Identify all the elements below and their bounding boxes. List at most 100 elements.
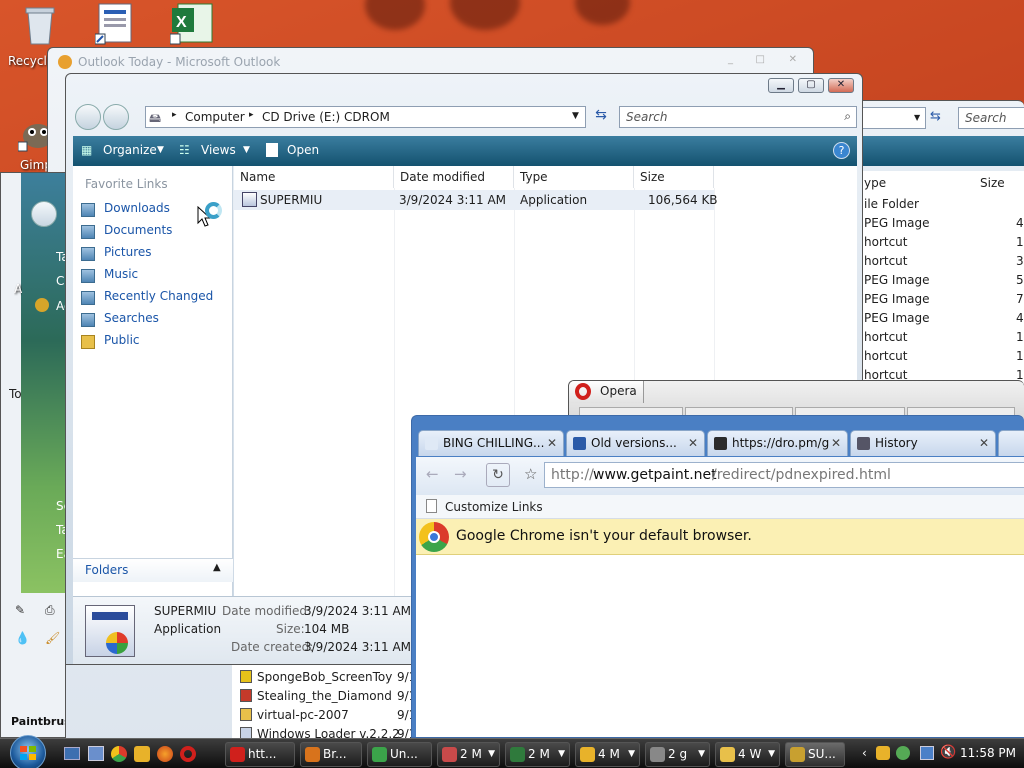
messenger-quicklaunch-icon[interactable] <box>134 746 150 762</box>
favorite-link-documents[interactable]: Documents <box>104 223 172 237</box>
search-icon[interactable]: ⌕ <box>844 109 851 124</box>
document-shortcut-icon[interactable] <box>94 2 135 45</box>
picker-icon[interactable]: ✎ <box>15 603 35 619</box>
table-row[interactable]: hortcut 1 <box>858 328 1024 347</box>
tab-close-icon[interactable]: ✕ <box>831 431 841 456</box>
table-row[interactable]: PEG Image 46 <box>858 214 1024 233</box>
forward-arrow-icon[interactable]: → <box>454 465 467 483</box>
chrome-quicklaunch-icon[interactable] <box>111 746 127 762</box>
taskbar-button-3[interactable]: Un... <box>367 742 432 767</box>
chrome-window[interactable]: BING CHILLING... ✕ Old versions... ✕ https:/… <box>411 415 1024 738</box>
list-item[interactable]: virtual-pc-2007 9/1 <box>232 706 417 725</box>
tab-close-icon[interactable]: ✕ <box>547 431 557 456</box>
tray-messenger-icon[interactable] <box>876 746 890 760</box>
excel-shortcut-icon[interactable]: X <box>169 2 213 45</box>
address-bar[interactable]: 🖴 ▸ Computer ▸ CD Drive (E:) CDROM ▼ <box>145 106 586 128</box>
taskbar-button-9[interactable]: SU... <box>785 742 845 767</box>
table-row[interactable]: PEG Image 7 <box>858 290 1024 309</box>
taskbar-button-8[interactable]: 4 W ▼ <box>715 742 780 767</box>
left-app-window[interactable]: Ta Cl Ac To Se Ta Ea ✎ ⎙ 💧 🖌 Paintbrush <box>0 172 66 738</box>
explorer-quicklaunch-icon[interactable] <box>88 746 104 761</box>
column-header-type[interactable]: ype <box>864 176 886 190</box>
outlook-close-button[interactable]: ✕ <box>789 54 797 65</box>
taskbar-button-5[interactable]: 2 M ▼ <box>505 742 570 767</box>
outlook-minimize-button[interactable]: _ <box>728 54 733 65</box>
column-header-size[interactable]: Size <box>980 176 1005 190</box>
chrome-tab-1[interactable]: BING CHILLING... ✕ <box>418 430 564 456</box>
table-row[interactable]: SUPERMIU 3/9/2024 3:11 AM Application 10… <box>234 190 718 210</box>
chrome-tab-3[interactable]: https://dro.pm/g ✕ <box>707 430 848 456</box>
breadcrumb-cd-drive[interactable]: CD Drive (E:) CDROM <box>262 110 390 124</box>
taskbar-button-6[interactable]: 4 M ▼ <box>575 742 640 767</box>
help-button[interactable]: ? <box>833 142 850 159</box>
url-input[interactable]: http:// www.getpaint.net /redirect/pdnex… <box>544 462 1024 488</box>
column-header-type[interactable]: Type <box>514 166 634 188</box>
maximize-button[interactable]: ▢ <box>798 78 824 93</box>
reload-button[interactable]: ↻ <box>486 463 510 487</box>
customize-links-link[interactable]: Customize Links <box>445 500 543 514</box>
column-header-date[interactable]: Date modified <box>394 166 514 188</box>
table-row[interactable]: ile Folder <box>858 195 1024 214</box>
firefox-quicklaunch-icon[interactable] <box>157 746 173 762</box>
left-app-back-button[interactable] <box>31 201 57 227</box>
chrome-tab-2[interactable]: Old versions... ✕ <box>566 430 705 456</box>
column-header-name[interactable]: Name <box>234 166 394 188</box>
favorite-link-searches[interactable]: Searches <box>104 311 159 325</box>
clock[interactable]: 11:58 PM <box>960 746 1016 760</box>
open-button[interactable]: Open <box>287 143 319 157</box>
close-button[interactable]: ✕ <box>828 78 854 93</box>
favorite-link-pictures[interactable]: Pictures <box>104 245 152 259</box>
opera-tab[interactable]: Opera <box>569 381 644 403</box>
taskbar-button-2[interactable]: Br... <box>300 742 362 767</box>
opera-quicklaunch-icon[interactable] <box>180 746 196 762</box>
chrome-tab-4[interactable]: History ✕ <box>850 430 996 456</box>
dropdown-icon[interactable]: ▼ <box>914 113 920 122</box>
recycle-bin-icon[interactable] <box>20 4 60 46</box>
chrome-tab-partial[interactable] <box>998 430 1024 456</box>
list-item[interactable]: Stealing_the_Diamond 9/1 <box>232 687 417 706</box>
table-row[interactable]: hortcut 1 <box>858 233 1024 252</box>
explorer-background-search[interactable]: Search <box>958 107 1024 129</box>
column-header-size[interactable]: Size <box>634 166 714 188</box>
refresh-icon[interactable]: ⇆ <box>930 109 941 124</box>
chevron-up-icon[interactable]: ▲ <box>213 562 221 573</box>
network-icon[interactable] <box>920 746 934 760</box>
tab-close-icon[interactable]: ✕ <box>979 431 989 456</box>
show-desktop-icon[interactable] <box>64 747 80 760</box>
taskbar-button-7[interactable]: 2 g ▼ <box>645 742 710 767</box>
search-input[interactable]: Search ⌕ <box>619 106 857 128</box>
table-row[interactable]: PEG Image 4 <box>858 309 1024 328</box>
table-row[interactable]: PEG Image 5 <box>858 271 1024 290</box>
favorite-link-downloads[interactable]: Downloads <box>104 201 170 215</box>
organize-button[interactable]: Organize <box>103 143 157 157</box>
list-item[interactable]: SpongeBob_ScreenToy 9/1 <box>232 668 417 687</box>
explorer-background-window[interactable]: ▼ ⇆ Search ype Size ile Folder PEG Image 4… <box>857 100 1024 385</box>
start-button[interactable] <box>10 735 46 768</box>
volume-muted-icon[interactable]: 🔇 <box>940 745 956 760</box>
taskbar-button-4[interactable]: 2 M ▼ <box>437 742 500 767</box>
taskbar-button-1[interactable]: htt... <box>225 742 295 767</box>
brush-icon[interactable]: 🖌 <box>45 631 65 647</box>
printer-icon[interactable]: ⎙ <box>45 603 65 619</box>
favorite-link-music[interactable]: Music <box>104 267 138 281</box>
address-dropdown-icon[interactable]: ▼ <box>572 111 579 121</box>
outlook-maximize-button[interactable]: □ <box>756 54 765 65</box>
forward-button[interactable] <box>103 104 129 130</box>
favorite-link-recently-changed[interactable]: Recently Changed <box>104 289 213 303</box>
tab-close-icon[interactable]: ✕ <box>688 431 698 456</box>
back-button[interactable] <box>75 104 101 130</box>
drop-icon[interactable]: 💧 <box>15 631 35 647</box>
refresh-button[interactable]: ⇆ <box>589 107 613 127</box>
back-arrow-icon[interactable]: ← <box>426 465 439 483</box>
favorite-link-public[interactable]: Public <box>104 333 140 347</box>
breadcrumb-computer[interactable]: Computer <box>185 110 245 124</box>
views-button[interactable]: Views <box>201 143 236 157</box>
tray-status-icon[interactable] <box>896 746 910 760</box>
folders-bar[interactable]: Folders ▲ <box>73 558 233 582</box>
table-row[interactable]: hortcut 3 <box>858 252 1024 271</box>
table-row[interactable]: hortcut 1 <box>858 347 1024 366</box>
tray-expand-icon[interactable]: ‹ <box>862 746 867 760</box>
bookmark-star-icon[interactable]: ☆ <box>524 465 537 483</box>
file-icon <box>240 708 252 721</box>
minimize-button[interactable]: ▁ <box>768 78 794 93</box>
